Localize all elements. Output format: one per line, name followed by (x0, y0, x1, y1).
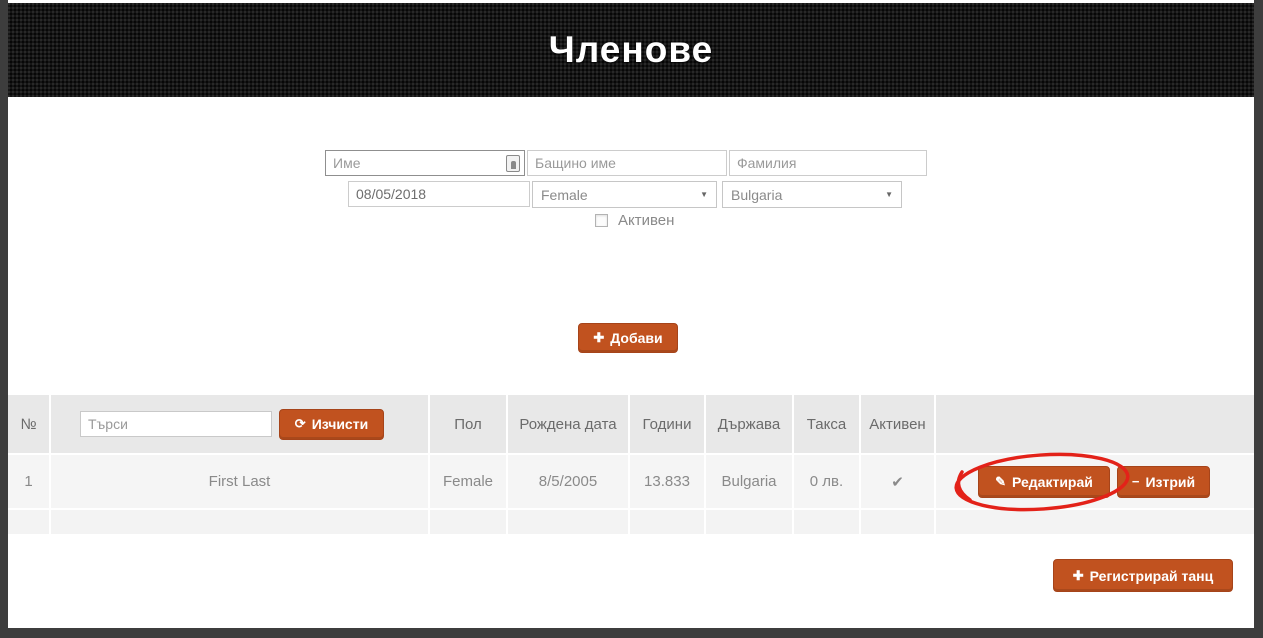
active-checkbox-label: Активен (618, 212, 674, 229)
cell-name: First Last (51, 455, 428, 508)
page-header: Членове (8, 3, 1254, 97)
last-name-input[interactable] (729, 150, 927, 176)
col-header-gender: Пол (430, 395, 506, 453)
empty-cell (508, 510, 628, 534)
country-select-value: Bulgaria (731, 187, 782, 203)
empty-cell (630, 510, 704, 534)
gender-select-value: Female (541, 187, 588, 203)
empty-cell (794, 510, 859, 534)
plus-icon: ✚ (1073, 568, 1084, 584)
empty-cell (8, 510, 49, 534)
empty-cell (706, 510, 792, 534)
autofill-icon[interactable] (506, 155, 520, 172)
delete-button[interactable]: − Изтрий (1117, 466, 1210, 498)
empty-cell (936, 510, 1254, 534)
members-table: № ⟳ Изчисти Пол Рождена дата Години Държ… (8, 395, 1254, 534)
pencil-icon: ✎ (995, 474, 1006, 490)
col-header-fee: Такса (794, 395, 859, 453)
clear-button-label: Изчисти (312, 416, 368, 432)
col-header-birth-date: Рождена дата (508, 395, 628, 453)
register-dance-button-label: Регистрирай танц (1090, 568, 1214, 584)
empty-cell (51, 510, 428, 534)
empty-cell (861, 510, 934, 534)
edit-button-label: Редактирай (1012, 474, 1093, 490)
cell-number: 1 (8, 455, 49, 508)
col-header-age: Години (630, 395, 704, 453)
cell-birth-date: 8/5/2005 (508, 455, 628, 508)
col-header-actions (936, 395, 1254, 453)
add-button[interactable]: ✚ Добави (578, 323, 678, 353)
clear-button[interactable]: ⟳ Изчисти (279, 409, 384, 440)
search-header-cell: ⟳ Изчисти (51, 395, 428, 453)
table-search-input[interactable] (80, 411, 272, 437)
add-button-label: Добави (610, 330, 662, 346)
cell-fee: 0 лв. (794, 455, 859, 508)
col-header-active: Активен (861, 395, 934, 453)
col-header-number: № (8, 395, 49, 453)
chevron-down-icon: ▼ (700, 190, 708, 199)
col-header-country: Държава (706, 395, 792, 453)
cell-gender: Female (430, 455, 506, 508)
cell-age: 13.833 (630, 455, 704, 508)
page: Членове Female ▼ Bulgaria ▼ Активен ✚ До… (8, 0, 1254, 628)
edit-button[interactable]: ✎ Редактирай (978, 466, 1110, 498)
cell-active: ✔ (861, 455, 934, 508)
cell-actions: ✎ Редактирай − Изтрий (936, 455, 1254, 508)
gender-select[interactable]: Female ▼ (532, 181, 717, 208)
first-name-input[interactable] (325, 150, 525, 176)
birth-date-input[interactable] (348, 181, 530, 207)
plus-icon: ✚ (593, 330, 604, 346)
middle-name-input[interactable] (527, 150, 727, 176)
chevron-down-icon: ▼ (885, 190, 893, 199)
cell-country: Bulgaria (706, 455, 792, 508)
page-title: Членове (549, 29, 713, 71)
country-select[interactable]: Bulgaria ▼ (722, 181, 902, 208)
refresh-icon: ⟳ (295, 416, 306, 432)
delete-button-label: Изтрий (1145, 474, 1195, 490)
active-checkbox[interactable] (595, 214, 608, 227)
check-icon: ✔ (891, 473, 904, 491)
empty-cell (430, 510, 506, 534)
minus-icon: − (1132, 474, 1140, 489)
viewport: Членове Female ▼ Bulgaria ▼ Активен ✚ До… (0, 0, 1263, 638)
register-dance-button[interactable]: ✚ Регистрирай танц (1053, 559, 1233, 592)
